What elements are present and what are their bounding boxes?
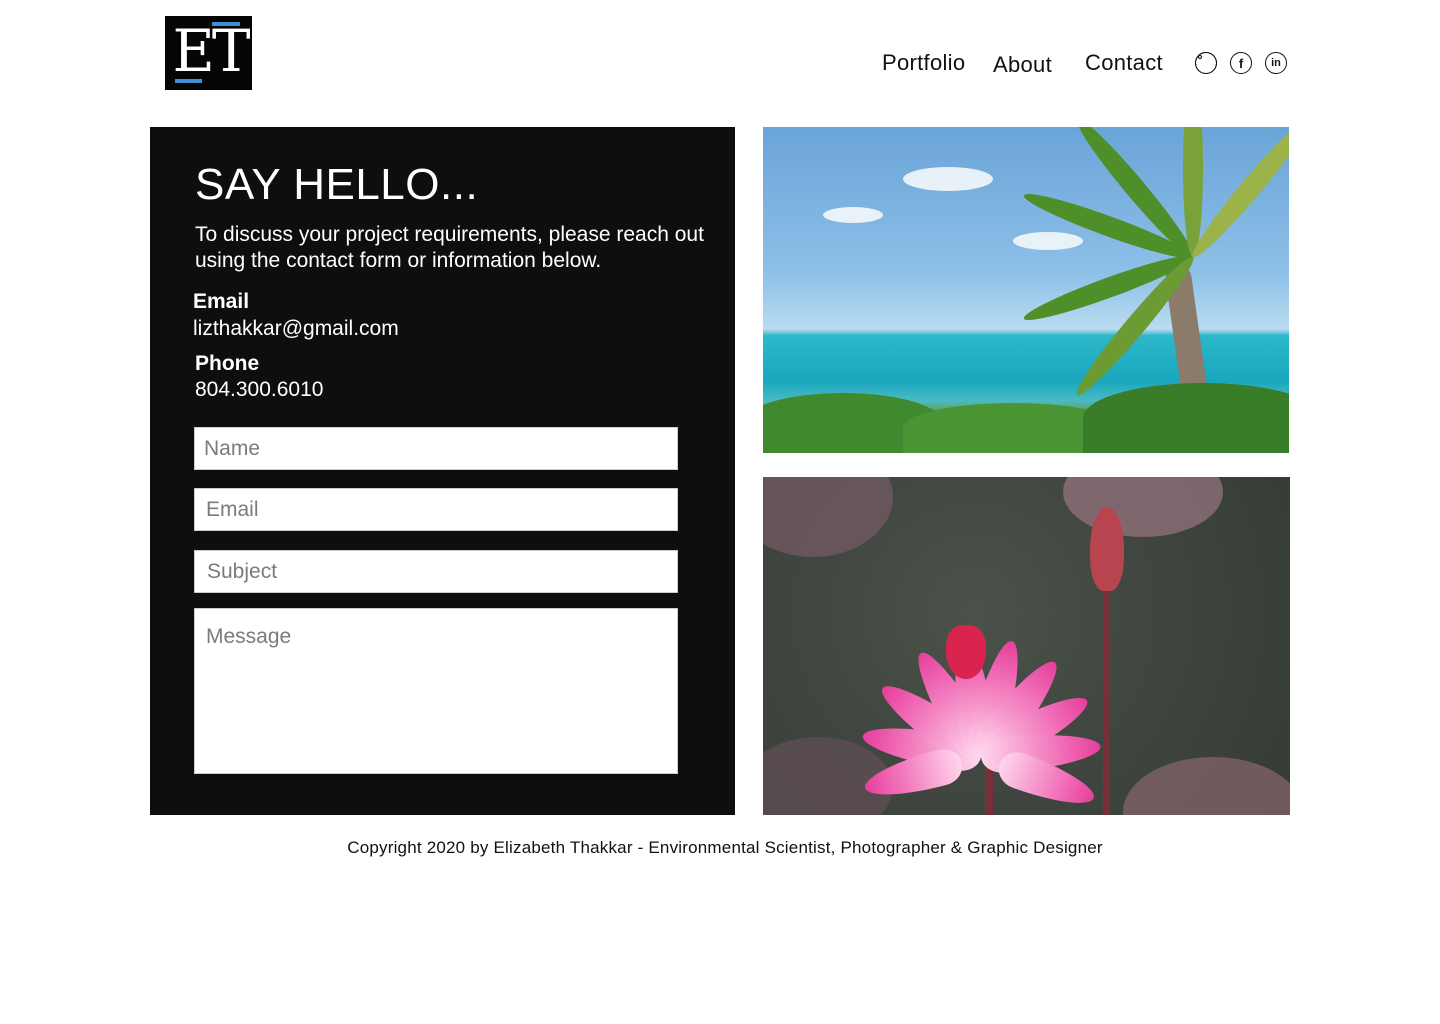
nav-about[interactable]: About <box>993 52 1052 78</box>
facebook-icon[interactable]: f <box>1230 52 1252 74</box>
beach-palm-photo <box>763 127 1289 453</box>
email-link[interactable]: lizthakkar@gmail.com <box>193 317 399 341</box>
email-field-wrapper <box>194 488 678 531</box>
instagram-glyph <box>1195 52 1217 74</box>
message-field-wrapper <box>194 608 678 774</box>
name-field-wrapper <box>194 427 678 470</box>
nav-contact[interactable]: Contact <box>1085 50 1163 76</box>
phone-number: 804.300.6010 <box>195 378 324 401</box>
email-label: Email <box>193 290 250 313</box>
lily-bud <box>1090 507 1124 591</box>
cloud <box>1013 232 1083 250</box>
main-nav: Portfolio About Contact <box>0 50 1440 82</box>
subject-input[interactable] <box>195 551 677 592</box>
footer-copyright: Copyright 2020 by Elizabeth Thakkar - En… <box>347 838 1103 857</box>
email-input[interactable] <box>195 489 677 530</box>
name-input[interactable] <box>195 428 677 469</box>
lily-pad <box>763 477 893 557</box>
lily-pad <box>1123 757 1290 815</box>
subject-field-wrapper <box>194 550 678 593</box>
phone-label: Phone <box>195 352 260 375</box>
contact-intro: To discuss your project requirements, pl… <box>195 223 704 272</box>
contact-title: SAY HELLO... <box>195 160 479 209</box>
shrub <box>1083 383 1289 453</box>
lily-center <box>946 625 986 679</box>
message-input[interactable] <box>195 609 677 773</box>
nav-portfolio[interactable]: Portfolio <box>882 50 965 76</box>
linkedin-icon[interactable]: in <box>1265 52 1287 74</box>
cloud <box>823 207 883 223</box>
contact-panel: SAY HELLO... To discuss your project req… <box>150 127 735 815</box>
cloud <box>903 167 993 191</box>
instagram-icon[interactable] <box>1195 52 1217 74</box>
bud-stem <box>1103 577 1110 815</box>
water-lily-photo <box>763 477 1290 815</box>
lily-pad <box>1063 477 1223 537</box>
